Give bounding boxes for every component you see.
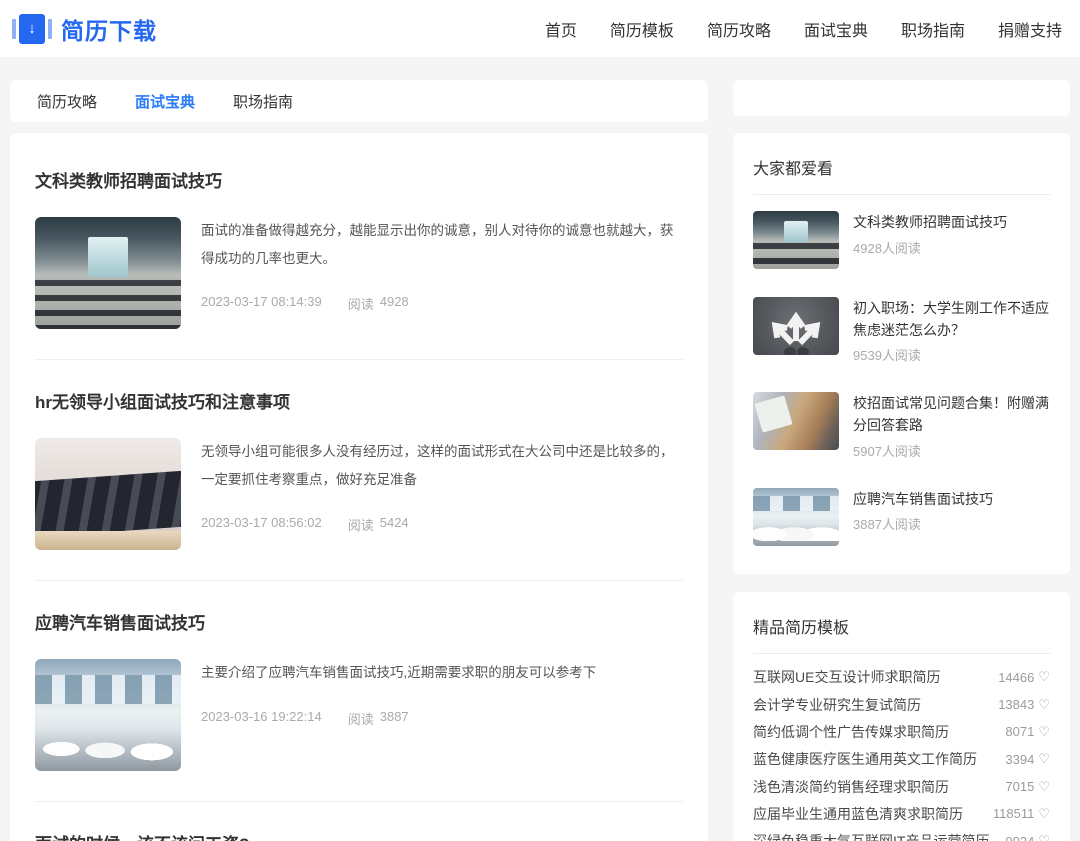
popular-item[interactable]: 初入职场：大学生刚工作不适应焦虑迷茫怎么办？ 9539人阅读: [753, 283, 1050, 378]
category-tabs: 简历攻略 面试宝典 职场指南: [10, 80, 708, 122]
article-meta: 2023-03-17 08:56:02 阅读 5424: [201, 515, 683, 534]
popular-panel-title: 大家都爱看: [753, 151, 1050, 179]
popular-panel: 大家都爱看 文科类教师招聘面试技巧 4928人阅读: [733, 133, 1070, 574]
nav-resume-templates[interactable]: 简历模板: [610, 17, 674, 41]
article-meta: 2023-03-16 19:22:14 阅读 3887: [201, 709, 683, 728]
article-summary: 无领导小组可能很多人没有经历过，这样的面试形式在大公司中还是比较多的，一定要抓住…: [201, 438, 683, 493]
tab-resume-guide[interactable]: 简历攻略: [37, 91, 97, 112]
direction-arrows-photo: [753, 297, 839, 355]
car-dealership-photo[interactable]: [35, 659, 181, 771]
article-reads: 阅读 5424: [348, 515, 409, 534]
nav-resume-guide[interactable]: 简历攻略: [707, 17, 771, 41]
template-name: 简约低调个性广告传媒求职简历: [753, 722, 949, 742]
template-name: 浅色清淡简约销售经理求职简历: [753, 777, 949, 797]
logo-bar-left: [12, 19, 16, 39]
popular-item-reads: 4928人阅读: [853, 238, 1050, 257]
article-list: 文科类教师招聘面试技巧 面试的准备做得越充分，越能显示出你的诚意，别人对待你的诚…: [10, 133, 708, 841]
site-title: 简历下载: [61, 12, 157, 46]
page-body: 简历攻略 面试宝典 职场指南 文科类教师招聘面试技巧 面试的准备做得越充分，越能…: [0, 57, 1080, 841]
heart-icon: ♡: [1038, 697, 1050, 713]
template-name: 蓝色健康医疗医生通用英文工作简历: [753, 749, 977, 769]
direction-arrows-graphic: [753, 297, 839, 355]
sidebar-empty-card: [733, 80, 1070, 116]
popular-item[interactable]: 校招面试常见问题合集！附赠满分回答套路 5907人阅读: [753, 378, 1050, 473]
article-title[interactable]: 应聘汽车销售面试技巧: [35, 609, 683, 634]
article-meta: 2023-03-17 08:14:39 阅读 4928: [201, 294, 683, 313]
article-item: hr无领导小组面试技巧和注意事项 无领导小组可能很多人没有经历过，这样的面试形式…: [35, 360, 683, 581]
popular-item[interactable]: 应聘汽车销售面试技巧 3887人阅读: [753, 474, 1050, 560]
template-like-count: 118511 ♡: [993, 806, 1050, 822]
template-row[interactable]: 简约低调个性广告传媒求职简历 8071 ♡: [753, 718, 1050, 745]
template-like-count: 8071 ♡: [1005, 724, 1050, 740]
popular-item-title: 初入职场：大学生刚工作不适应焦虑迷茫怎么办？: [853, 298, 1050, 341]
article-reads: 阅读 4928: [348, 294, 409, 313]
heart-icon: ♡: [1038, 806, 1050, 822]
interview-desk-photo: [753, 392, 839, 450]
nav-workplace-guide[interactable]: 职场指南: [901, 17, 965, 41]
template-like-count: 9924 ♡: [1005, 833, 1050, 841]
template-name: 互联网UE交互设计师求职简历: [753, 667, 940, 687]
heart-icon: ♡: [1038, 669, 1050, 685]
template-list: 互联网UE交互设计师求职简历 14466 ♡ 会计学专业研究生复试简历 1384…: [753, 656, 1050, 841]
divider: [753, 653, 1050, 654]
article-item: 应聘汽车销售面试技巧 主要介绍了应聘汽车销售面试技巧,近期需要求职的朋友可以参考…: [35, 581, 683, 802]
popular-item-reads: 3887人阅读: [853, 514, 1050, 533]
article-item: 文科类教师招聘面试技巧 面试的准备做得越充分，越能显示出你的诚意，别人对待你的诚…: [35, 139, 683, 360]
popular-item[interactable]: 文科类教师招聘面试技巧 4928人阅读: [753, 197, 1050, 283]
article-summary: 面试的准备做得越充分，越能显示出你的诚意，别人对待你的诚意也就越大，获得成功的几…: [201, 217, 683, 272]
top-header: ↓ 简历下载 首页 简历模板 简历攻略 面试宝典 职场指南 捐赠支持: [0, 0, 1080, 57]
article-date: 2023-03-17 08:14:39: [201, 294, 322, 313]
article-title[interactable]: 文科类教师招聘面试技巧: [35, 167, 683, 192]
template-row[interactable]: 深绿色稳重大气互联网IT产品运营简历 9924 ♡: [753, 828, 1050, 841]
article-date: 2023-03-16 19:22:14: [201, 709, 322, 728]
car-dealership-photo: [753, 488, 839, 546]
heart-icon: ♡: [1038, 751, 1050, 767]
nav-home[interactable]: 首页: [545, 17, 577, 41]
logo-bar-right: [48, 19, 52, 39]
download-logo-icon: ↓: [12, 14, 52, 44]
templates-panel-title: 精品简历模板: [753, 610, 1050, 638]
popular-item-reads: 5907人阅读: [853, 441, 1050, 460]
template-row[interactable]: 浅色清淡简约销售经理求职简历 7015 ♡: [753, 773, 1050, 800]
template-like-count: 7015 ♡: [1005, 779, 1050, 795]
tab-workplace-guide[interactable]: 职场指南: [233, 91, 293, 112]
template-name: 会计学专业研究生复试简历: [753, 695, 921, 715]
template-like-count: 13843 ♡: [998, 697, 1050, 713]
popular-item-reads: 9539人阅读: [853, 345, 1050, 364]
nav-interview-guide[interactable]: 面试宝典: [804, 17, 868, 41]
template-name: 深绿色稳重大气互联网IT产品运营简历: [753, 831, 989, 841]
popular-item-title: 文科类教师招聘面试技巧: [853, 212, 1050, 234]
article-date: 2023-03-17 08:56:02: [201, 515, 322, 534]
nav-donate[interactable]: 捐赠支持: [998, 17, 1062, 41]
sidebar: 大家都爱看 文科类教师招聘面试技巧 4928人阅读: [733, 80, 1070, 841]
main-column: 简历攻略 面试宝典 职场指南 文科类教师招聘面试技巧 面试的准备做得越充分，越能…: [10, 80, 708, 841]
template-row[interactable]: 会计学专业研究生复试简历 13843 ♡: [753, 691, 1050, 718]
heart-icon: ♡: [1038, 779, 1050, 795]
download-arrow-icon: ↓: [28, 20, 36, 37]
article-item: 面试的时候，该不该问工资? 每个应届生都很关心自己的第一桶金，尤其是每年都会有各…: [35, 802, 683, 841]
tab-interview-guide[interactable]: 面试宝典: [135, 91, 195, 112]
article-title[interactable]: hr无领导小组面试技巧和注意事项: [35, 388, 683, 413]
template-like-count: 3394 ♡: [1005, 751, 1050, 767]
template-row[interactable]: 应届毕业生通用蓝色清爽求职简历 118511 ♡: [753, 800, 1050, 827]
popular-item-title: 应聘汽车销售面试技巧: [853, 489, 1050, 511]
templates-panel: 精品简历模板 互联网UE交互设计师求职简历 14466 ♡ 会计学专业研究生复试…: [733, 592, 1070, 841]
article-summary: 主要介绍了应聘汽车销售面试技巧,近期需要求职的朋友可以参考下: [201, 659, 683, 687]
classroom-photo[interactable]: [35, 217, 181, 329]
heart-icon: ♡: [1038, 724, 1050, 740]
template-name: 应届毕业生通用蓝色清爽求职简历: [753, 804, 963, 824]
divider: [753, 194, 1050, 195]
classroom-photo: [753, 211, 839, 269]
article-title[interactable]: 面试的时候，该不该问工资?: [35, 830, 683, 841]
heart-icon: ♡: [1038, 833, 1050, 841]
popular-item-title: 校招面试常见问题合集！附赠满分回答套路: [853, 393, 1050, 436]
article-reads: 阅读 3887: [348, 709, 409, 728]
template-row[interactable]: 蓝色健康医疗医生通用英文工作简历 3394 ♡: [753, 746, 1050, 773]
template-like-count: 14466 ♡: [998, 669, 1050, 685]
main-nav: 首页 简历模板 简历攻略 面试宝典 职场指南 捐赠支持: [545, 17, 1068, 41]
interview-panel-photo[interactable]: [35, 438, 181, 550]
template-row[interactable]: 互联网UE交互设计师求职简历 14466 ♡: [753, 664, 1050, 691]
site-logo[interactable]: ↓ 简历下载: [12, 12, 157, 46]
